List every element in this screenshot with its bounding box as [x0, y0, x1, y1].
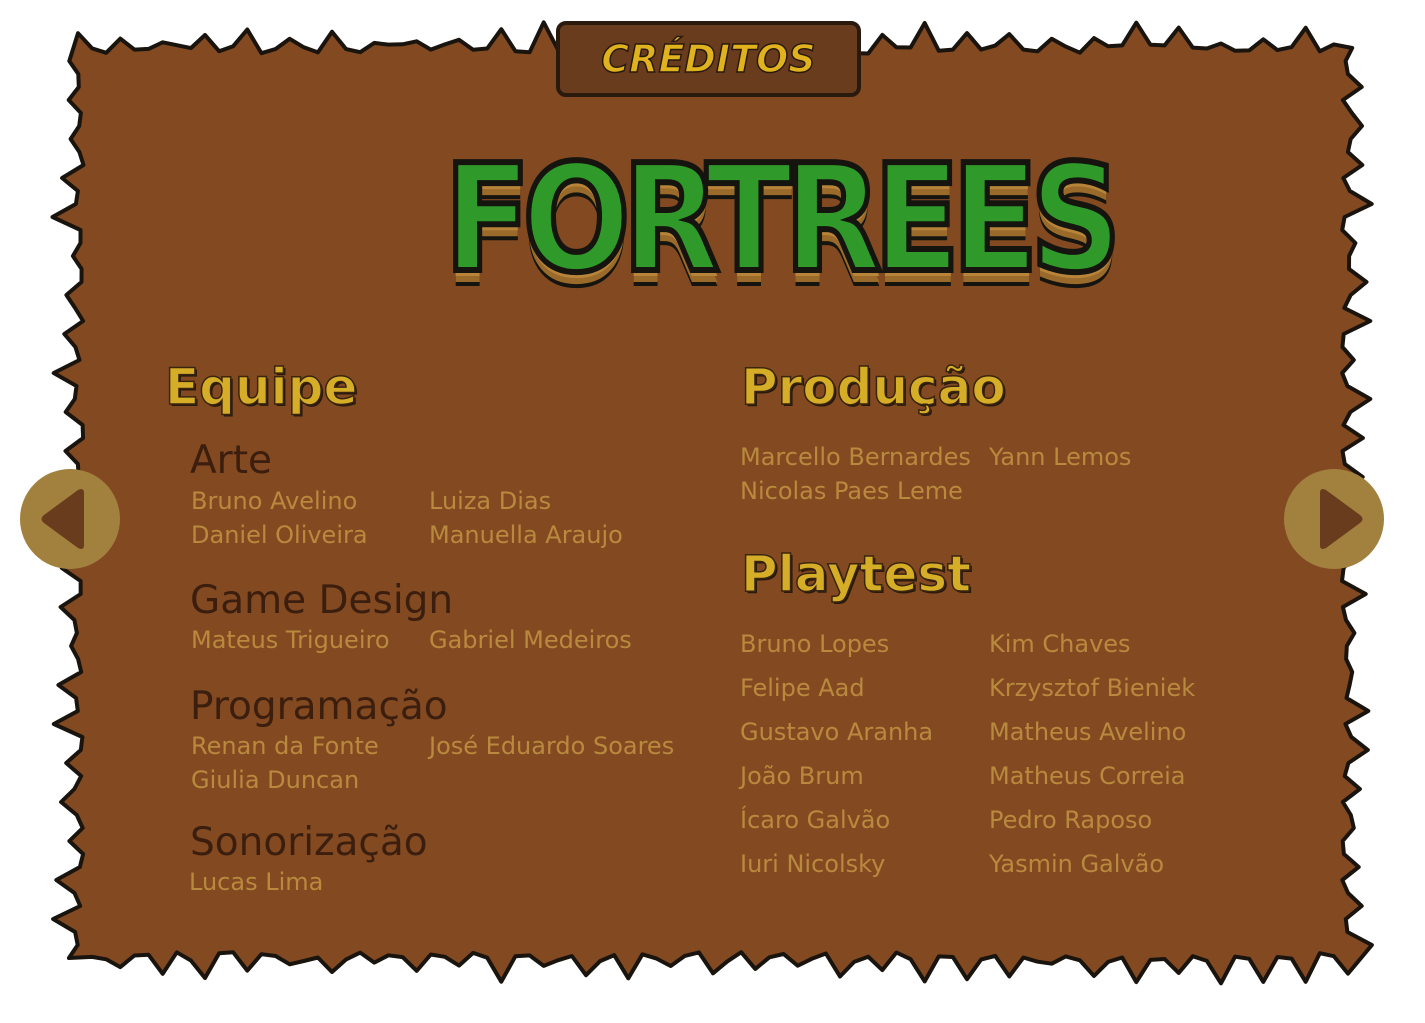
credit-name: Krzysztof Bieniek — [989, 674, 1196, 702]
credit-name: Mateus Trigueiro — [191, 626, 390, 654]
playtest-heading: Playtest — [740, 544, 972, 604]
credit-name: Yann Lemos — [989, 443, 1132, 471]
credit-name: Nicolas Paes Leme — [740, 477, 963, 505]
previous-page-button[interactable] — [20, 469, 120, 569]
game-design-heading: Game Design — [190, 578, 454, 623]
game-logo-text: FORTREES — [441, 130, 1124, 308]
credit-name: Gustavo Aranha — [740, 718, 934, 746]
credit-name: Lucas Lima — [189, 868, 324, 896]
credit-name: Iuri Nicolsky — [740, 850, 886, 878]
credit-name: Daniel Oliveira — [191, 521, 368, 549]
title-banner: CRÉDITOS — [556, 21, 861, 97]
credit-name: Bruno Lopes — [740, 630, 890, 658]
credit-name: Gabriel Medeiros — [429, 626, 632, 654]
credit-name: Ícaro Galvão — [740, 806, 891, 834]
credits-screen: CRÉDITOS FORTREES Equipe Arte Bruno Avel… — [0, 0, 1425, 1023]
credit-name: Bruno Avelino — [191, 487, 358, 515]
credit-name: Manuella Araujo — [429, 521, 623, 549]
credit-name: Luiza Dias — [429, 487, 552, 515]
arte-heading: Arte — [190, 438, 272, 483]
credit-name: Matheus Correia — [989, 762, 1186, 790]
credit-name: Kim Chaves — [989, 630, 1131, 658]
arrow-right-icon — [1320, 489, 1363, 549]
credit-name: Yasmin Galvão — [989, 850, 1165, 878]
next-page-button[interactable] — [1284, 469, 1384, 569]
credit-name: José Eduardo Soares — [429, 732, 675, 760]
credit-name: Pedro Raposo — [989, 806, 1153, 834]
credit-name: Matheus Avelino — [989, 718, 1187, 746]
sonorizacao-heading: Sonorização — [190, 820, 428, 865]
credit-name: Felipe Aad — [740, 674, 865, 702]
game-logo: FORTREES — [402, 130, 1124, 330]
credit-name: João Brum — [740, 762, 864, 790]
credit-name: Renan da Fonte — [191, 732, 379, 760]
programacao-heading: Programação — [190, 684, 448, 729]
producao-heading: Produção — [740, 357, 1006, 417]
credit-name: Marcello Bernardes — [740, 443, 971, 471]
arrow-left-icon — [41, 489, 84, 549]
page-title: CRÉDITOS — [601, 36, 817, 82]
equipe-heading: Equipe — [164, 357, 358, 417]
credit-name: Giulia Duncan — [191, 766, 360, 794]
